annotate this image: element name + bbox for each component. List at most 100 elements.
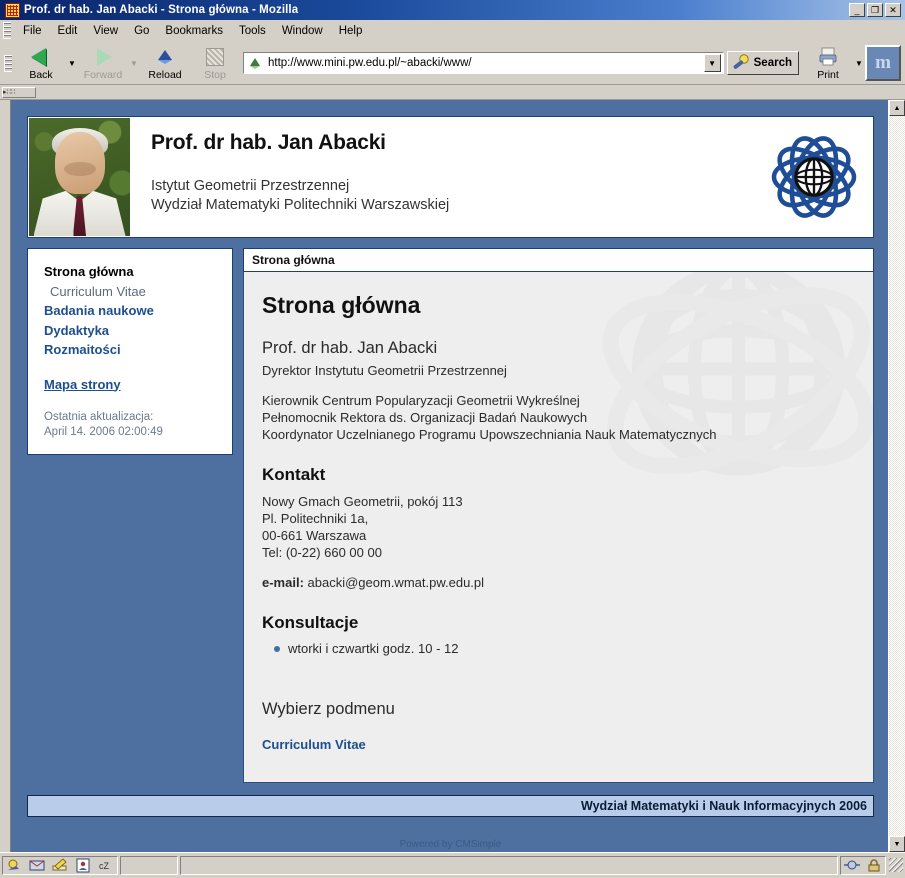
personal-toolbar-grip[interactable]: ▸∷∷ bbox=[2, 86, 36, 98]
menu-tools[interactable]: Tools bbox=[231, 23, 274, 39]
breadcrumb: Strona główna bbox=[243, 248, 874, 272]
printer-icon bbox=[817, 46, 839, 68]
email-value: abacki@geom.wmat.pw.edu.pl bbox=[307, 575, 485, 590]
print-button[interactable]: Print bbox=[803, 43, 853, 83]
menu-help[interactable]: Help bbox=[331, 23, 371, 39]
menu-window[interactable]: Window bbox=[274, 23, 331, 39]
sidebar-item-strona-glowna[interactable]: Strona główna bbox=[44, 262, 220, 282]
composer-icon[interactable] bbox=[52, 857, 68, 873]
faculty-logo bbox=[755, 117, 873, 237]
last-update-block: Ostatnia aktualizacja: April 14. 2006 02… bbox=[44, 410, 220, 440]
connection-security-icon[interactable] bbox=[844, 858, 860, 873]
email-label: e-mail: bbox=[262, 575, 304, 590]
reload-button[interactable]: Reload bbox=[140, 43, 190, 83]
mozilla-throbber-button[interactable]: m bbox=[865, 45, 901, 81]
sidebar-splitter[interactable] bbox=[0, 100, 11, 852]
menubar-grip[interactable] bbox=[3, 22, 11, 39]
back-label: Back bbox=[29, 68, 53, 81]
title-bar: Prof. dr hab. Jan Abacki - Strona główna… bbox=[0, 0, 905, 20]
sidebar-item-badania-naukowe[interactable]: Badania naukowe bbox=[44, 301, 220, 321]
portrait-photo bbox=[29, 118, 130, 236]
main-column: Strona główna Strona główna Prof. dr hab… bbox=[243, 248, 874, 783]
back-dropdown-icon[interactable]: ▼ bbox=[66, 59, 78, 68]
browser-window: Prof. dr hab. Jan Abacki - Strona główna… bbox=[0, 0, 905, 877]
back-button[interactable]: Back bbox=[16, 43, 66, 83]
site-footer-band: Wydział Matematyki i Nauk Informacyjnych… bbox=[27, 795, 874, 817]
menu-view[interactable]: View bbox=[85, 23, 126, 39]
powered-by-text: Powered by CMSimple bbox=[399, 839, 502, 850]
address-dropdown-icon[interactable]: ▼ bbox=[703, 54, 721, 72]
mail-icon[interactable] bbox=[29, 858, 45, 873]
browser-viewport: Prof. dr hab. Jan Abacki Istytut Geometr… bbox=[0, 100, 905, 852]
status-right-cell bbox=[840, 855, 886, 875]
print-label: Print bbox=[817, 68, 839, 81]
resize-grip[interactable] bbox=[889, 858, 903, 872]
forward-dropdown-icon[interactable]: ▼ bbox=[128, 59, 140, 68]
menu-go[interactable]: Go bbox=[126, 23, 157, 39]
navbar-grip[interactable] bbox=[4, 54, 12, 72]
mozilla-window-icon bbox=[5, 2, 20, 18]
consultations-item: wtorki i czwartki godz. 10 - 12 bbox=[274, 641, 855, 656]
sidebar-item-rozmaitosci[interactable]: Rozmaitości bbox=[44, 340, 220, 360]
sidebar-item-curriculum-vitae[interactable]: Curriculum Vitae bbox=[44, 282, 220, 302]
navigator-icon[interactable] bbox=[6, 858, 22, 873]
person-role-extra-3: Koordynator Uczelnianego Programu Upowsz… bbox=[262, 427, 717, 442]
address-bar[interactable]: http://www.mini.pw.edu.pl/~abacki/www/ ▼ bbox=[243, 52, 724, 74]
print-dropdown-icon[interactable]: ▼ bbox=[853, 59, 865, 68]
forward-button[interactable]: Forward bbox=[78, 43, 128, 83]
status-message bbox=[180, 855, 838, 875]
vertical-scrollbar[interactable]: ▲ ▼ bbox=[888, 100, 905, 852]
person-role-extra-2: Pełnomocnik Rektora ds. Organizacji Bada… bbox=[262, 410, 588, 425]
window-controls: _ ❐ ✕ bbox=[849, 3, 901, 17]
chatzilla-icon[interactable]: cZ bbox=[98, 858, 114, 873]
search-button[interactable]: Search bbox=[726, 51, 799, 75]
page-columns: Strona główna Curriculum Vitae Badania n… bbox=[27, 248, 874, 783]
globe-icon bbox=[794, 157, 834, 197]
scroll-up-icon[interactable]: ▲ bbox=[889, 100, 905, 116]
magnifier-icon bbox=[733, 54, 749, 69]
status-bar: cZ bbox=[0, 852, 905, 877]
page-title: Strona główna bbox=[262, 292, 421, 318]
scrollbar-track[interactable] bbox=[889, 116, 905, 836]
status-progress-cell bbox=[120, 855, 178, 875]
stop-label: Stop bbox=[204, 68, 226, 81]
window-title: Prof. dr hab. Jan Abacki - Strona główna… bbox=[24, 4, 299, 16]
stop-button[interactable]: Stop bbox=[190, 43, 240, 83]
submenu-link-curriculum-vitae[interactable]: Curriculum Vitae bbox=[262, 737, 855, 752]
lock-icon[interactable] bbox=[866, 858, 882, 873]
menu-bookmarks[interactable]: Bookmarks bbox=[157, 23, 231, 39]
minimize-button[interactable]: _ bbox=[849, 3, 865, 17]
back-arrow-icon bbox=[30, 46, 52, 68]
submenu-heading: Wybierz podmenu bbox=[262, 700, 395, 718]
menu-file[interactable]: File bbox=[15, 23, 50, 39]
content-panel: Strona główna Prof. dr hab. Jan Abacki D… bbox=[243, 272, 874, 783]
maximize-button[interactable]: ❐ bbox=[867, 3, 883, 17]
search-label: Search bbox=[753, 57, 792, 69]
close-button[interactable]: ✕ bbox=[885, 3, 901, 17]
site-header-text: Prof. dr hab. Jan Abacki Istytut Geometr… bbox=[131, 117, 755, 237]
url-text[interactable]: http://www.mini.pw.edu.pl/~abacki/www/ bbox=[268, 57, 704, 69]
site-title: Prof. dr hab. Jan Abacki bbox=[151, 131, 386, 154]
consultations-heading: Konsultacje bbox=[262, 613, 359, 632]
stop-icon bbox=[204, 46, 226, 68]
page-wrapper: Prof. dr hab. Jan Abacki Istytut Geometr… bbox=[11, 100, 888, 850]
scroll-down-icon[interactable]: ▼ bbox=[889, 836, 905, 852]
navigation-toolbar: Back ▼ Forward ▼ Reload Stop http://www.… bbox=[0, 42, 905, 85]
sidebar-item-dydaktyka[interactable]: Dydaktyka bbox=[44, 321, 220, 341]
forward-arrow-icon bbox=[92, 46, 114, 68]
sidebar-sitemap-link[interactable]: Mapa strony bbox=[44, 377, 220, 392]
address-book-icon[interactable] bbox=[75, 858, 91, 873]
menu-edit[interactable]: Edit bbox=[50, 23, 86, 39]
menu-bar: File Edit View Go Bookmarks Tools Window… bbox=[0, 20, 905, 42]
contact-line-1: Nowy Gmach Geometrii, pokój 113 bbox=[262, 494, 463, 509]
page-favicon-icon bbox=[248, 56, 263, 71]
email-row: e-mail: abacki@geom.wmat.pw.edu.pl bbox=[262, 574, 855, 591]
contact-line-3: 00-661 Warszawa bbox=[262, 528, 367, 543]
face-shadow bbox=[63, 162, 96, 176]
contact-line-4: Tel: (0-22) 660 00 00 bbox=[262, 545, 382, 560]
site-sidebar: Strona główna Curriculum Vitae Badania n… bbox=[27, 248, 233, 455]
reload-label: Reload bbox=[148, 68, 182, 81]
personal-toolbar: ▸∷∷ bbox=[0, 85, 905, 100]
last-update-label: Ostatnia aktualizacja: bbox=[44, 410, 154, 423]
contact-line-2: Pl. Politechniki 1a, bbox=[262, 511, 369, 526]
